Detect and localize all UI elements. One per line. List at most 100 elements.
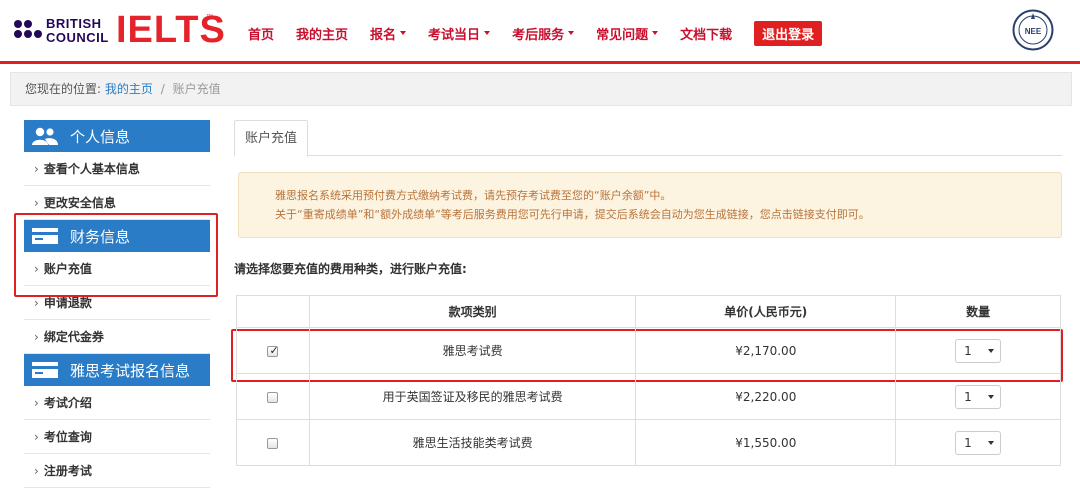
sidebar-item-view-personal-info[interactable]: › 查看个人基本信息 bbox=[24, 152, 210, 186]
table-header-category: 款项类别 bbox=[308, 295, 637, 328]
table-cell-category: 雅思生活技能类考试费 bbox=[308, 419, 637, 466]
caret-down-icon bbox=[652, 31, 659, 35]
nav-downloads[interactable]: 文档下载 bbox=[680, 24, 732, 43]
highlight-box-finance bbox=[14, 213, 218, 297]
sidebar-item-seat-search[interactable]: › 考位查询 bbox=[24, 420, 210, 454]
table-header-unit-price: 单价(人民币元) bbox=[635, 295, 897, 328]
quantity-select[interactable]: 1 bbox=[955, 430, 1002, 455]
main-nav: 首页 我的主页 报名 考试当日 考后服务 常见问题 文档下载 退出登录 bbox=[248, 20, 823, 46]
instruction-text: 请选择您要充值的费用种类，进行账户充值: bbox=[234, 262, 467, 276]
logout-button[interactable]: 退出登录 bbox=[754, 20, 823, 46]
table-cell-price: ¥2,170.00 bbox=[635, 327, 897, 374]
fee-table: 款项类别 单价(人民币元) 数量 雅思考试费 ¥2,170.00 1 用于英国签… bbox=[236, 295, 1061, 466]
nav-test-day-label: 考试当日 bbox=[428, 27, 481, 43]
row-checkbox[interactable] bbox=[267, 391, 279, 403]
notice-box: 雅思报名系统采用预付费方式缴纳考试费，请先预存考试费至您的“账户余额”中。 关于… bbox=[238, 172, 1062, 238]
british-council-dots-icon bbox=[14, 18, 42, 46]
british-council-wordmark: BRITISH COUNCIL bbox=[46, 17, 109, 45]
table-cell-checkbox bbox=[236, 419, 310, 466]
breadcrumb-prefix: 您现在的位置: bbox=[25, 82, 102, 96]
sidebar-item-label: 注册考试 bbox=[43, 464, 92, 478]
chevron-right-icon: › bbox=[34, 464, 39, 478]
tab-bar: 账户充值 bbox=[234, 120, 1062, 157]
caret-down-icon bbox=[484, 31, 491, 35]
chevron-right-icon: › bbox=[34, 162, 39, 176]
sidebar: 个人信息 › 查看个人基本信息 › 更改安全信息 财务信息 › 账户充值 › 申请退款 … bbox=[24, 120, 210, 488]
notice-line1: 雅思报名系统采用预付费方式缴纳考试费，请先预存考试费至您的“账户余额”中。 bbox=[275, 189, 672, 202]
nav-home-label: 首页 bbox=[248, 27, 275, 43]
sidebar-item-label: 考试介绍 bbox=[43, 396, 92, 410]
table-row: 用于英国签证及移民的雅思考试费 ¥2,220.00 1 bbox=[236, 373, 1061, 420]
sidebar-item-label: 更改安全信息 bbox=[43, 196, 116, 210]
caret-down-icon bbox=[568, 31, 575, 35]
table-cell-checkbox bbox=[236, 327, 310, 374]
caret-down-icon bbox=[988, 440, 995, 445]
notice-line2: 关于“重寄成绩单”和“额外成绩单”等考后服务费用您可先行申请，提交后系统会自动为… bbox=[275, 208, 870, 221]
table-row: 雅思生活技能类考试费 ¥1,550.00 1 bbox=[236, 419, 1061, 466]
quantity-value: 1 bbox=[964, 343, 972, 358]
ielts-trademark: ™ bbox=[206, 14, 213, 21]
table-header-select bbox=[236, 295, 310, 328]
sidebar-item-register-test[interactable]: › 注册考试 bbox=[24, 454, 210, 488]
nav-faq-label: 常见问题 bbox=[596, 27, 649, 43]
sidebar-item-label: 申请退款 bbox=[43, 296, 92, 310]
nav-faq[interactable]: 常见问题 bbox=[596, 24, 659, 43]
table-cell-quantity: 1 bbox=[895, 327, 1061, 374]
table-cell-price: ¥1,550.00 bbox=[635, 419, 897, 466]
table-cell-category: 用于英国签证及移民的雅思考试费 bbox=[308, 373, 637, 420]
users-icon bbox=[30, 126, 60, 146]
sidebar-item-test-intro[interactable]: › 考试介绍 bbox=[24, 386, 210, 420]
nee-emblem-icon: NEE bbox=[1012, 9, 1054, 51]
caret-down-icon bbox=[988, 348, 995, 353]
sidebar-section-ielts-registration[interactable]: 雅思考试报名信息 bbox=[24, 354, 210, 386]
table-cell-price: ¥2,220.00 bbox=[635, 373, 897, 420]
chevron-right-icon: › bbox=[34, 330, 39, 344]
nav-test-day[interactable]: 考试当日 bbox=[428, 24, 491, 43]
tab-account-recharge[interactable]: 账户充值 bbox=[234, 120, 309, 157]
nav-my-page[interactable]: 我的主页 bbox=[296, 24, 348, 43]
chevron-right-icon: › bbox=[34, 196, 39, 210]
british-council-logo[interactable]: BRITISH COUNCIL bbox=[14, 14, 110, 50]
quantity-value: 1 bbox=[964, 389, 972, 404]
nee-logo-text: NEE bbox=[1025, 27, 1042, 36]
council-line1: BRITISH bbox=[46, 16, 102, 31]
sidebar-item-label: 查看个人基本信息 bbox=[43, 162, 140, 176]
nav-registration-label: 报名 bbox=[370, 27, 397, 43]
breadcrumb-link-my-page[interactable]: 我的主页 bbox=[105, 82, 153, 96]
nav-home[interactable]: 首页 bbox=[248, 24, 274, 43]
nav-my-page-label: 我的主页 bbox=[296, 27, 349, 43]
row-checkbox[interactable] bbox=[267, 344, 279, 357]
sidebar-section-title: 雅思考试报名信息 bbox=[70, 361, 191, 380]
council-line2: COUNCIL bbox=[46, 30, 109, 45]
card-icon bbox=[30, 360, 60, 380]
breadcrumb-current: 账户充值 bbox=[172, 82, 221, 96]
main-content: 账户充值 雅思报名系统采用预付费方式缴纳考试费，请先预存考试费至您的“账户余额”… bbox=[234, 120, 1062, 466]
quantity-select[interactable]: 1 bbox=[955, 384, 1002, 409]
table-row: 雅思考试费 ¥2,170.00 1 bbox=[236, 327, 1061, 374]
quantity-select[interactable]: 1 bbox=[955, 338, 1002, 363]
sidebar-item-label: 考位查询 bbox=[43, 430, 92, 444]
caret-down-icon bbox=[400, 31, 407, 35]
nav-post-test-label: 考后服务 bbox=[512, 27, 565, 43]
table-cell-quantity: 1 bbox=[895, 419, 1061, 466]
nav-downloads-label: 文档下载 bbox=[680, 27, 733, 43]
chevron-right-icon: › bbox=[34, 430, 39, 444]
table-cell-category: 雅思考试费 bbox=[308, 327, 637, 374]
table-cell-quantity: 1 bbox=[895, 373, 1061, 420]
chevron-right-icon: › bbox=[34, 396, 39, 410]
caret-down-icon bbox=[988, 394, 995, 399]
table-cell-checkbox bbox=[236, 373, 310, 420]
sidebar-section-personal-info[interactable]: 个人信息 bbox=[24, 120, 210, 152]
sidebar-item-bind-voucher[interactable]: › 绑定代金券 bbox=[24, 320, 210, 354]
sidebar-item-label: 绑定代金券 bbox=[43, 330, 104, 344]
nav-post-test[interactable]: 考后服务 bbox=[512, 24, 575, 43]
breadcrumb: 您现在的位置: 我的主页 / 账户充值 bbox=[10, 72, 1072, 106]
table-header-quantity: 数量 bbox=[895, 295, 1061, 328]
quantity-value: 1 bbox=[964, 435, 972, 450]
chevron-right-icon: › bbox=[34, 296, 39, 310]
site-header: BRITISH COUNCIL IELTS ™ 首页 我的主页 报名 考试当日 … bbox=[0, 0, 1080, 64]
sidebar-section-title: 个人信息 bbox=[70, 127, 131, 146]
row-checkbox[interactable] bbox=[267, 437, 279, 449]
table-header-row: 款项类别 单价(人民币元) 数量 bbox=[236, 295, 1061, 328]
nav-registration[interactable]: 报名 bbox=[370, 24, 407, 43]
